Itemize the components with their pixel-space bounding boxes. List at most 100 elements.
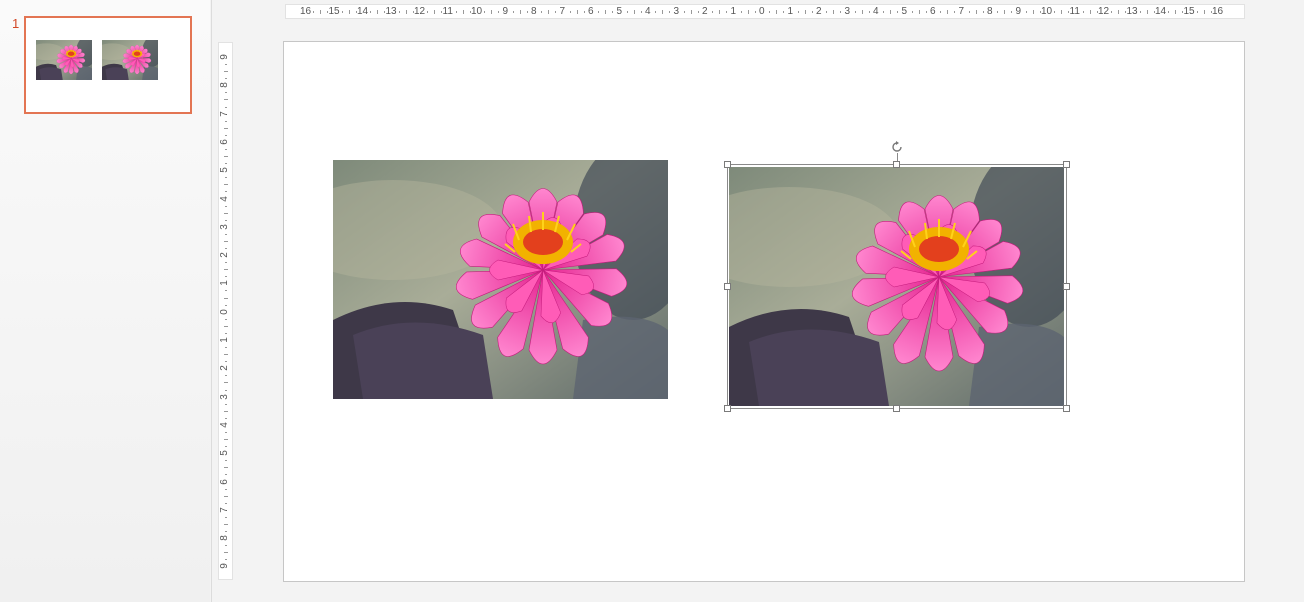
ruler-tick	[224, 354, 228, 356]
ruler-label: 7	[958, 6, 965, 17]
ruler-tick	[1146, 10, 1148, 14]
resize-handle-top-left[interactable]	[724, 161, 731, 168]
ruler-label: 11	[1069, 6, 1080, 17]
ruler-tick	[1111, 11, 1113, 13]
ruler-label: 5	[901, 6, 908, 17]
ruler-tick	[225, 559, 227, 561]
ruler-tick	[1004, 10, 1006, 14]
resize-handle-bottom-right[interactable]	[1063, 405, 1070, 412]
resize-handle-right[interactable]	[1063, 283, 1070, 290]
ruler-tick	[975, 10, 977, 14]
ruler-tick	[427, 11, 429, 13]
ruler-label: 9	[1015, 6, 1022, 17]
ruler-label: 10	[471, 6, 483, 17]
slide-number: 1	[12, 16, 20, 31]
ruler-label: 0	[759, 6, 765, 17]
ruler-label: 8	[987, 6, 993, 17]
resize-handle-bottom[interactable]	[893, 405, 900, 412]
ruler-tick	[224, 240, 228, 242]
ruler-tick	[811, 11, 813, 13]
pane-divider[interactable]	[211, 0, 212, 602]
ruler-tick	[541, 11, 543, 13]
ruler-tick	[225, 375, 227, 377]
ruler-tick	[598, 11, 600, 13]
ruler-label: 12	[1098, 6, 1110, 17]
ruler-label: 16	[1212, 6, 1224, 17]
ruler-tick	[225, 488, 227, 490]
ruler-label: 2	[218, 252, 230, 258]
ruler-label: 3	[673, 6, 680, 17]
ruler-label: 1	[787, 6, 794, 17]
ruler-tick	[224, 212, 228, 214]
ruler-tick	[225, 545, 227, 547]
water-lily-photo-2[interactable]	[729, 167, 1064, 406]
ruler-tick	[1025, 11, 1027, 13]
resize-handle-top-right[interactable]	[1063, 161, 1070, 168]
ruler-tick	[462, 10, 464, 14]
ruler-tick	[225, 417, 227, 419]
ruler-tick	[569, 11, 571, 13]
ruler-label: 4	[218, 422, 230, 428]
ruler-tick	[225, 403, 227, 405]
ruler-tick	[225, 531, 227, 533]
rotate-handle-icon[interactable]	[890, 140, 904, 154]
ruler-label: 9	[218, 563, 230, 570]
ruler-tick	[519, 10, 521, 14]
ruler-label: 5	[616, 6, 623, 17]
ruler-tick	[555, 11, 557, 13]
resize-handle-bottom-left[interactable]	[724, 405, 731, 412]
ruler-tick	[224, 382, 228, 384]
ruler-tick	[225, 233, 227, 235]
water-lily-photo-1[interactable]	[333, 160, 668, 399]
ruler-tick	[225, 290, 227, 292]
ruler-tick	[868, 11, 870, 13]
resize-handle-top[interactable]	[893, 161, 900, 168]
slide-thumbnail-1[interactable]	[24, 16, 192, 114]
ruler-tick	[224, 439, 228, 441]
ruler-tick	[1203, 10, 1205, 14]
ruler-tick	[740, 11, 742, 13]
ruler-label: 10	[1041, 6, 1053, 17]
ruler-tick	[225, 446, 227, 448]
ruler-tick	[754, 11, 756, 13]
ruler-label: 3	[844, 6, 851, 17]
ruler-tick	[783, 11, 785, 13]
ruler-tick	[225, 389, 227, 391]
ruler-tick	[224, 127, 228, 129]
ruler-tick	[605, 10, 607, 14]
ruler-tick	[225, 106, 227, 108]
ruler-tick	[225, 276, 227, 278]
ruler-tick	[1082, 11, 1084, 13]
ruler-label: 6	[218, 139, 230, 145]
ruler-label: 15	[328, 6, 340, 17]
ruler-tick	[377, 10, 379, 14]
vertical-ruler: 9 8 7 6 5 4 3 2 1 0 1 2 3 4 5 6 7 8 9	[218, 42, 233, 580]
ruler-label: 3	[218, 393, 230, 400]
ruler-tick	[225, 474, 227, 476]
ruler-tick	[612, 11, 614, 13]
ruler-tick	[626, 11, 628, 13]
ruler-tick	[662, 10, 664, 14]
ruler-tick	[1032, 10, 1034, 14]
ruler-tick	[224, 184, 228, 186]
ruler-label: 2	[816, 6, 822, 17]
ruler-tick	[224, 156, 228, 158]
ruler-tick	[690, 10, 692, 14]
ruler-tick	[1061, 10, 1063, 14]
resize-handle-left[interactable]	[724, 283, 731, 290]
ruler-tick	[712, 11, 714, 13]
ruler-tick	[225, 502, 227, 504]
ruler-tick	[854, 11, 856, 13]
ruler-tick	[405, 10, 407, 14]
ruler-tick	[840, 11, 842, 13]
ruler-tick	[826, 11, 828, 13]
ruler-tick	[861, 10, 863, 14]
ruler-tick	[225, 304, 227, 306]
ruler-tick	[224, 325, 228, 327]
ruler-tick	[1175, 10, 1177, 14]
ruler-tick	[225, 163, 227, 165]
ruler-tick	[683, 11, 685, 13]
ruler-tick	[224, 269, 228, 271]
ruler-tick	[697, 11, 699, 13]
ruler-label: 5	[218, 167, 230, 173]
